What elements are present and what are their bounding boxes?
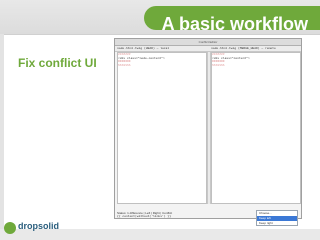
resolve-dropdown-menu[interactable]: Choose... Keep left Keep right [256, 210, 298, 226]
logo-mark-icon [4, 222, 16, 234]
conflict-editor-window: Conflict Editor node.html.twig (HEAD) — … [114, 38, 302, 219]
app-window-title: Conflict Editor [198, 40, 218, 44]
bottom-code-line: {{ content|without('links') }} [117, 215, 172, 218]
right-pane-header: node.html.twig (MERGE_HEAD) — remote [211, 47, 276, 50]
section-label: Fix conflict UI [18, 56, 97, 70]
logo-text: dropsolid [18, 221, 59, 231]
left-decor-strip [0, 34, 4, 240]
dropsolid-logo: dropsolid [4, 220, 59, 236]
code-line: >>>>>>> [118, 63, 131, 67]
title-banner: A basic workflow [144, 6, 320, 34]
dropdown-item[interactable]: Keep right [257, 221, 297, 226]
app-titlebar: Conflict Editor [115, 39, 301, 46]
slide-header: A basic workflow [0, 0, 320, 35]
left-editor-pane[interactable]: <<<<<<< <div class="node-content"> =====… [117, 52, 207, 204]
code-line: >>>>>>> [212, 63, 225, 67]
editor-panes: <<<<<<< <div class="node-content"> =====… [115, 52, 301, 204]
slide-title: A basic workflow [161, 14, 308, 34]
right-editor-pane[interactable]: <<<<<<< <div class="content"> ======= >>… [211, 52, 301, 204]
left-pane-header: node.html.twig (HEAD) — local [117, 47, 170, 50]
